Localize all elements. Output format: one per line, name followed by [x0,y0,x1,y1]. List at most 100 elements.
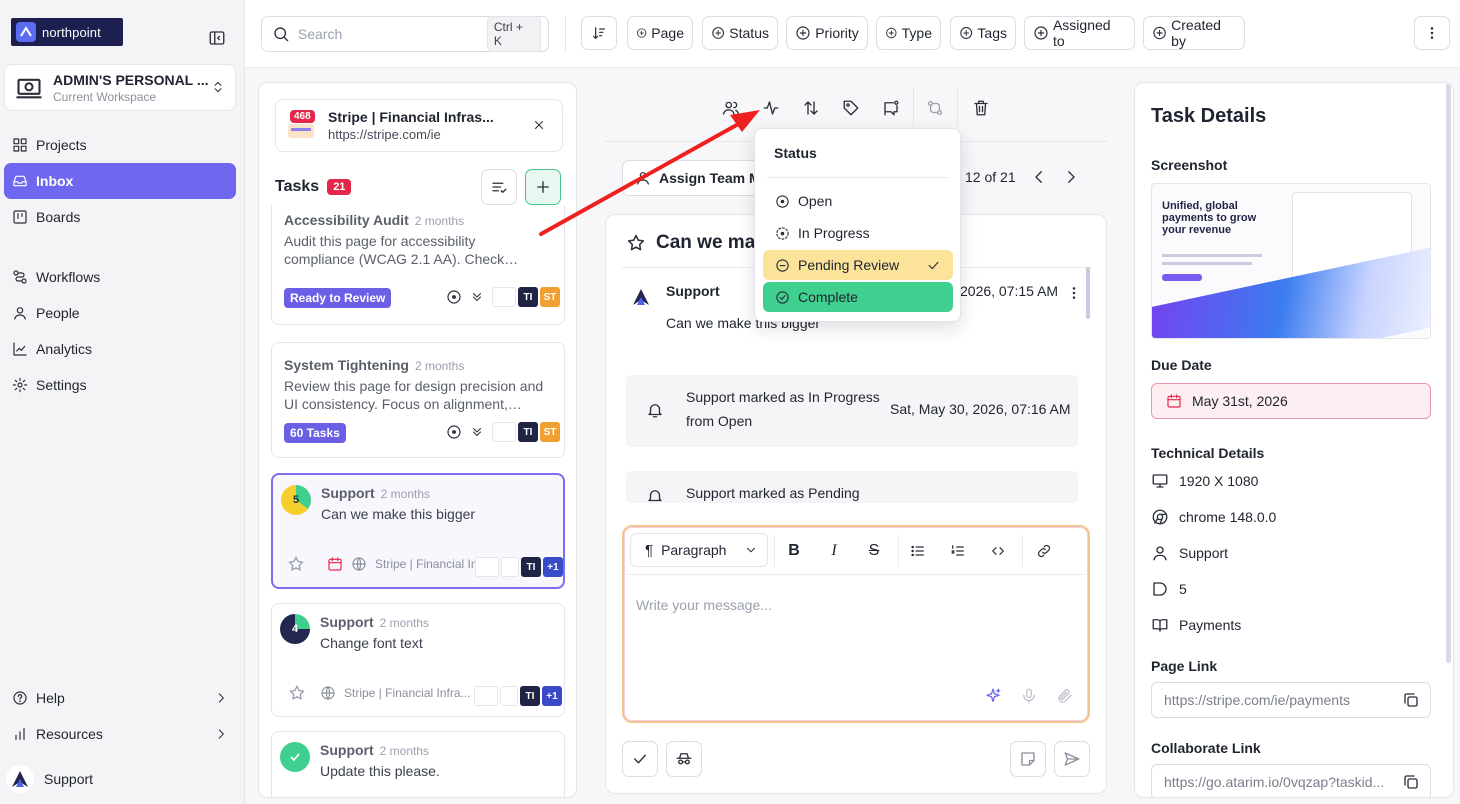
task-card[interactable]: Accessibility Audit 2 months Audit this p… [271,205,565,325]
task-card-selected[interactable]: 5 Support 2 months Can we make this bigge… [271,473,565,589]
due-date-label: Due Date [1151,357,1212,373]
chevron-left-icon[interactable] [1030,168,1048,186]
search-input[interactable] [297,26,479,42]
note-button[interactable] [1010,741,1046,777]
comment-date: 2026, 07:15 AM [960,283,1059,299]
collaborate-link-value: https://go.atarim.io/0vqzap?taskid... [1164,774,1385,790]
filter-priority-button[interactable]: Priority [786,16,868,50]
star-icon[interactable] [287,555,305,573]
status-option-pending-review[interactable]: Pending Review [763,250,953,280]
site-card[interactable]: 468 Stripe | Financial Infras... https:/… [275,99,563,152]
open-circle-icon [776,194,789,208]
task-time: 2 months [380,487,431,501]
nav-workflows[interactable]: Workflows [4,259,236,295]
inbox-icon [13,175,27,187]
nav-people[interactable]: People [4,295,236,331]
sparkle-ai-icon[interactable] [984,687,1002,705]
status-option-in-progress[interactable]: In Progress [763,218,953,248]
tags-button[interactable] [837,94,865,122]
collaborate-link-field[interactable]: https://go.atarim.io/0vqzap?taskid... [1151,764,1431,797]
more-options-button[interactable] [1414,16,1450,50]
task-time: 2 months [379,744,430,758]
star-icon[interactable] [626,233,646,253]
workflow-icon [13,270,27,284]
nav-settings[interactable]: Settings [4,367,236,403]
block-format-select[interactable]: ¶ Paragraph [630,533,768,567]
nav-inbox-label: Inbox [36,173,74,189]
link-button[interactable] [1034,541,1054,561]
resolution-row: 1920 X 1080 [1151,472,1258,490]
divider [767,177,950,178]
globe-icon [321,686,335,700]
company-logo-avatar [500,686,518,706]
mark-complete-button[interactable] [622,741,658,777]
status-option-open[interactable]: Open [763,186,953,216]
sort-button[interactable] [581,16,617,50]
incognito-button[interactable] [666,741,702,777]
filter-type-button[interactable]: Type [876,16,941,50]
close-icon[interactable] [532,118,546,132]
numbered-list-button[interactable] [948,541,968,561]
nav-help[interactable]: Help [4,680,236,716]
brand-logo[interactable]: northpoint [11,18,123,46]
status-button[interactable] [757,94,785,122]
scrollbar[interactable] [1086,267,1090,319]
avatar: TI [521,557,541,577]
activity-event: Support marked as In Progress from Open … [626,375,1078,447]
workspace-switcher[interactable]: ADMIN'S PERSONAL ... Current Workspace [4,64,236,111]
divider [1022,535,1023,567]
nav-projects[interactable]: Projects [4,127,236,163]
task-screenshot[interactable]: Unified, global payments to grow your re… [1151,183,1431,339]
filter-status-label: Status [729,25,769,41]
current-user[interactable]: Support [6,765,93,793]
task-list-options-button[interactable] [481,169,517,205]
page-link-field[interactable]: https://stripe.com/ie/payments [1151,682,1431,718]
divider [774,535,775,567]
copy-icon[interactable] [1402,773,1420,791]
filter-tags-button[interactable]: Tags [950,16,1016,50]
star-icon[interactable] [288,684,306,702]
message-input[interactable]: Write your message... [636,597,772,613]
chevron-right-icon[interactable] [1062,168,1080,186]
nav-analytics[interactable]: Analytics [4,331,236,367]
microphone-icon[interactable] [1020,687,1038,705]
filter-status-button[interactable]: Status [702,16,778,50]
strikethrough-button[interactable]: S [864,541,884,561]
task-desc: Change font text [320,635,423,651]
comment-menu-icon[interactable] [1066,285,1082,301]
merge-button[interactable] [921,94,949,122]
task-card[interactable]: System Tightening 2 months Review this pa… [271,342,565,458]
scrollbar[interactable] [1446,83,1451,663]
italic-button[interactable]: I [824,541,844,561]
nav-inbox[interactable]: Inbox [4,163,236,199]
add-task-button[interactable] [525,169,561,205]
priority-button[interactable] [797,94,825,122]
main-nav: Projects Inbox Boards [4,127,236,235]
type-button[interactable] [877,94,905,122]
search-box[interactable]: Ctrl + K [261,16,549,52]
paperclip-icon[interactable] [1056,687,1074,705]
filter-created-button[interactable]: Created by [1143,16,1245,50]
due-date-field[interactable]: May 31st, 2026 [1151,383,1431,419]
send-button[interactable] [1054,741,1090,777]
copy-icon[interactable] [1402,691,1420,709]
bold-button[interactable]: B [784,541,804,561]
status-option-complete[interactable]: Complete [763,282,953,312]
code-button[interactable] [988,541,1008,561]
filter-assigned-button[interactable]: Assigned to [1024,16,1135,50]
screenshot-headline: Unified, global payments to grow your re… [1162,200,1257,236]
assignee-avatars: TI +1 [475,557,563,577]
filter-page-button[interactable]: Page [627,16,693,50]
task-card[interactable]: Support 2 months Update this please. [271,731,565,797]
delete-button[interactable] [967,94,995,122]
grid-icon [13,138,27,152]
nav-boards[interactable]: Boards [4,199,236,235]
calendar-icon [1167,394,1181,408]
task-card[interactable]: 4 Support 2 months Change font text Strip… [271,603,565,717]
bullet-list-button[interactable] [908,541,928,561]
assign-people-button[interactable] [717,94,745,122]
collapse-sidebar-icon[interactable] [208,29,226,47]
chevron-right-icon [218,729,224,739]
nav-boards-label: Boards [36,209,81,225]
nav-resources[interactable]: Resources [4,716,236,752]
